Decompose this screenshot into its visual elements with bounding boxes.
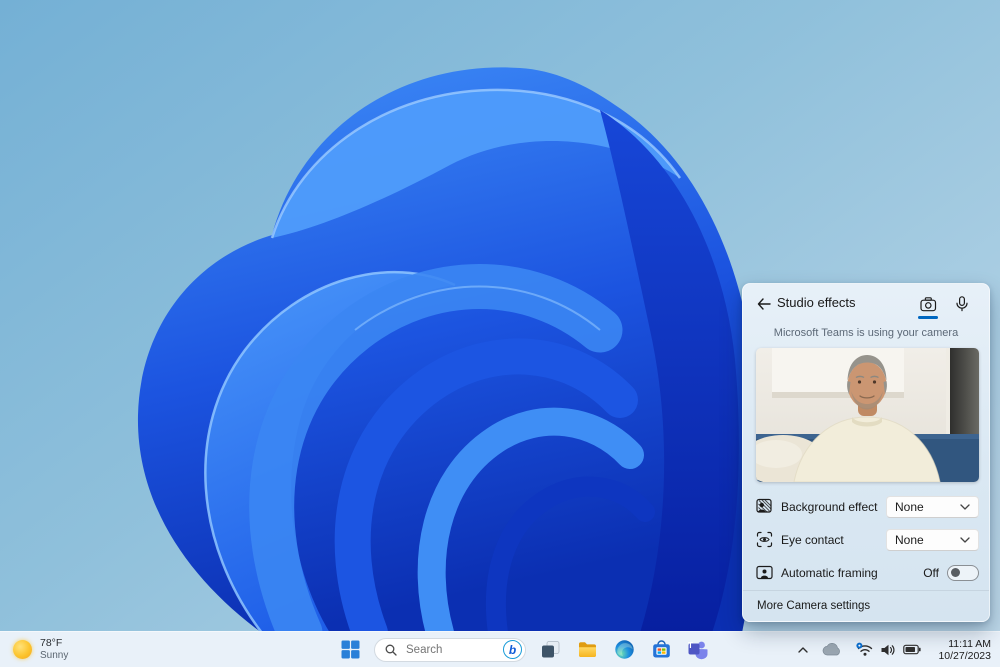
- battery-icon: [903, 644, 921, 655]
- file-explorer-button[interactable]: [574, 637, 600, 663]
- system-tray: 11:11 AM 10/27/2023: [794, 632, 995, 667]
- microsoft-store-button[interactable]: [648, 637, 674, 663]
- edge-button[interactable]: [611, 637, 637, 663]
- weather-widget[interactable]: 78°F Sunny: [9, 635, 72, 664]
- weather-condition: Sunny: [40, 650, 68, 662]
- bing-icon[interactable]: b: [503, 640, 522, 659]
- eye-contact-value: None: [895, 533, 960, 547]
- automatic-framing-control: Off: [923, 565, 979, 581]
- camera-tab-selected-underline: [918, 316, 938, 319]
- edge-icon: [614, 639, 635, 660]
- tab-microphone[interactable]: [949, 291, 975, 317]
- back-arrow-icon: [757, 298, 771, 310]
- automatic-framing-label: Automatic framing: [781, 566, 923, 580]
- automatic-framing-toggle[interactable]: [947, 565, 979, 581]
- automatic-framing-icon: [756, 564, 773, 581]
- camera-preview: [756, 348, 979, 482]
- camera-usage-notice: Microsoft Teams is using your camera: [743, 327, 989, 339]
- more-camera-settings-link[interactable]: More Camera settings: [757, 600, 870, 612]
- eye-contact-dropdown[interactable]: None: [886, 529, 979, 551]
- search-input[interactable]: [404, 643, 503, 657]
- volume-icon: [880, 643, 896, 657]
- weather-temperature: 78°F: [40, 638, 68, 650]
- background-effect-value: None: [895, 500, 960, 514]
- search-box[interactable]: b: [374, 638, 526, 662]
- task-view-button[interactable]: [537, 637, 563, 663]
- chevron-down-icon: [960, 504, 970, 510]
- panel-title: Studio effects: [777, 295, 856, 310]
- start-button[interactable]: [337, 637, 363, 663]
- teams-badge-letter: T: [688, 641, 693, 650]
- row-eye-contact: Eye contact None: [756, 523, 979, 556]
- chevron-down-icon: [960, 537, 970, 543]
- row-automatic-framing: Automatic framing Off: [756, 556, 979, 589]
- weather-text: 78°F Sunny: [40, 638, 68, 661]
- search-icon: [385, 644, 397, 656]
- eye-contact-label: Eye contact: [781, 533, 886, 547]
- file-explorer-icon: [577, 639, 598, 660]
- task-view-icon: [540, 639, 561, 660]
- taskbar: 78°F Sunny b: [0, 631, 1000, 667]
- windows-logo-icon: [341, 640, 360, 659]
- onedrive-button[interactable]: [819, 637, 845, 663]
- clock[interactable]: 11:11 AM 10/27/2023: [934, 638, 995, 662]
- panel-footer: More Camera settings: [743, 590, 989, 621]
- tab-camera[interactable]: [915, 291, 941, 317]
- background-effect-icon: [756, 498, 773, 515]
- settings-rows: Background effect None Eye contact None: [756, 490, 979, 589]
- clock-time: 11:11 AM: [948, 638, 991, 650]
- hidden-icons-button[interactable]: [794, 637, 812, 663]
- microsoft-store-icon: [651, 639, 672, 660]
- automatic-framing-state-label: Off: [923, 566, 939, 580]
- eye-contact-icon: [756, 531, 773, 548]
- chevron-up-icon: [797, 645, 809, 655]
- network-volume-battery-button[interactable]: [852, 642, 925, 657]
- row-background-effect: Background effect None: [756, 490, 979, 523]
- onedrive-cloud-icon: [822, 643, 842, 656]
- background-effect-dropdown[interactable]: None: [886, 496, 979, 518]
- microphone-icon: [956, 296, 968, 312]
- teams-button[interactable]: T: [685, 637, 711, 663]
- sunny-weather-icon: [13, 640, 32, 659]
- wifi-icon: [856, 642, 873, 657]
- studio-effects-panel: Studio effects Microsoft Teams is using …: [742, 283, 990, 622]
- panel-header: Studio effects: [743, 284, 989, 324]
- taskbar-center: b: [337, 632, 711, 667]
- background-effect-label: Background effect: [781, 500, 886, 514]
- toggle-knob: [951, 568, 960, 577]
- back-button[interactable]: [753, 293, 775, 315]
- camera-icon: [920, 297, 937, 312]
- camera-preview-image: [756, 348, 979, 482]
- clock-date: 10/27/2023: [938, 650, 991, 662]
